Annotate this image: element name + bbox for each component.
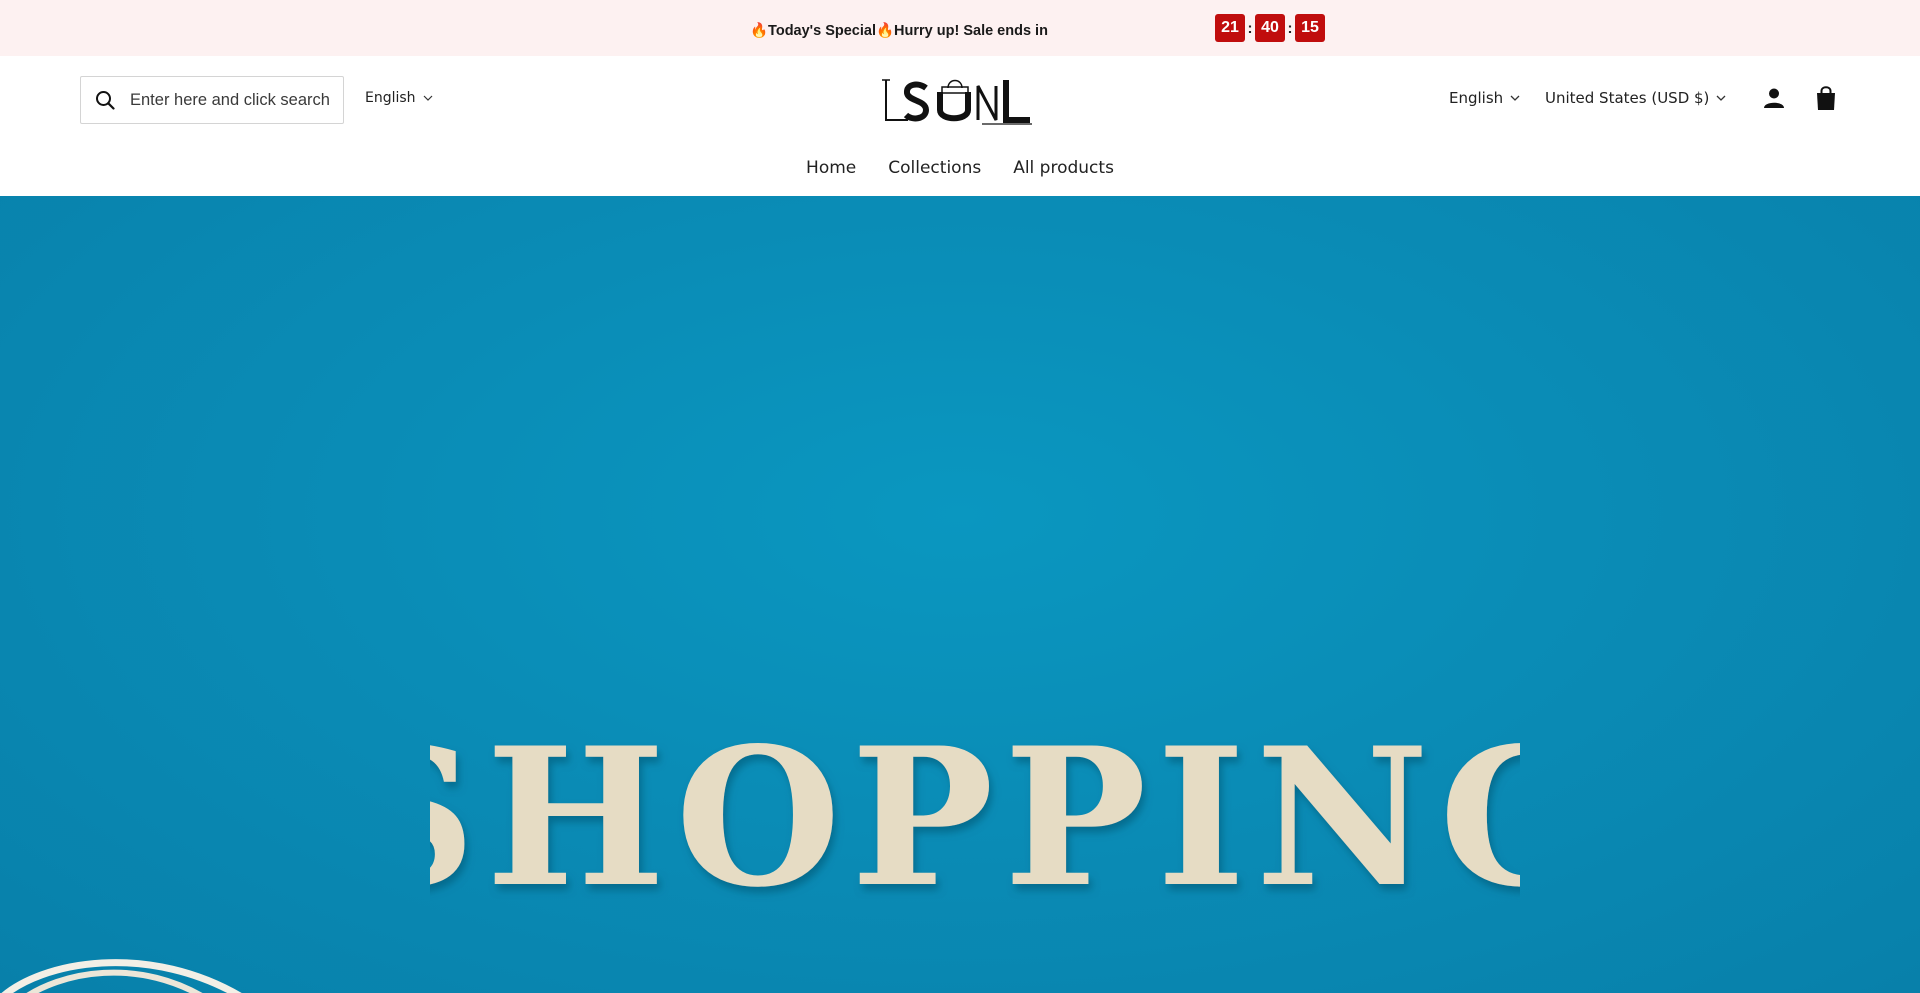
rope-handle-image (1, 959, 242, 993)
announcement-bar: 🔥Today's Special🔥Hurry up! Sale ends in … (0, 0, 1920, 56)
nav-item-collections[interactable]: Collections (888, 158, 981, 178)
countdown-timer: 21 : 40 : 15 (1215, 14, 1325, 42)
countdown-seconds: 15 (1295, 14, 1325, 42)
site-header: English English United States (USD $) (0, 56, 1920, 196)
account-icon[interactable] (1762, 86, 1786, 110)
hero-banner[interactable]: SHOPPING (0, 196, 1920, 993)
chevron-down-icon (1716, 95, 1726, 101)
svg-text:SHOPPING: SHOPPING (430, 716, 1520, 916)
search-icon[interactable] (94, 89, 116, 111)
announcement-text: 🔥Today's Special🔥Hurry up! Sale ends in (750, 23, 1048, 39)
site-logo[interactable] (882, 74, 1034, 128)
hero-shopping-letters: SHOPPING (430, 716, 1520, 916)
language-label: English (365, 90, 416, 106)
search-box[interactable] (80, 76, 344, 124)
language-label: English (1449, 89, 1504, 107)
nav-item-home[interactable]: Home (806, 158, 856, 178)
countdown-separator: : (1287, 19, 1293, 37)
nav-item-all-products[interactable]: All products (1013, 158, 1114, 178)
cart-icon[interactable] (1814, 85, 1838, 111)
language-selector-left[interactable]: English (365, 90, 434, 106)
search-input[interactable] (130, 90, 340, 110)
countdown-separator: : (1247, 19, 1253, 37)
countdown-hours: 21 (1215, 14, 1245, 42)
currency-selector[interactable]: United States (USD $) (1545, 89, 1727, 107)
main-navigation: Home Collections All products (0, 158, 1920, 178)
language-selector[interactable]: English (1449, 89, 1521, 107)
chevron-down-icon (423, 95, 432, 101)
countdown-minutes: 40 (1255, 14, 1285, 42)
chevron-down-icon (1510, 95, 1520, 101)
currency-label: United States (USD $) (1545, 89, 1710, 107)
